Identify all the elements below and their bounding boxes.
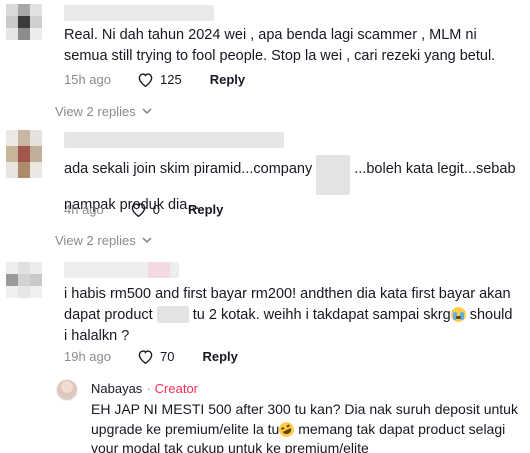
comment-time: 15h ago [64,71,111,87]
creator-header: Nabayas · Creator [91,381,198,396]
rolling-laughing-emoji [276,419,297,439]
view-replies-button[interactable]: View 2 replies [55,233,152,248]
username-redacted [64,5,214,21]
crying-face-emoji [450,307,466,322]
creator-avatar[interactable] [56,379,78,401]
heart-outline-icon [138,349,153,364]
comment-meta: 19h ago 70 Reply [64,346,238,366]
separator-dot: · [146,381,151,396]
avatar[interactable] [6,130,42,178]
comment-meta: 15h ago 125 Reply [64,69,245,89]
heart-outline-icon [131,202,146,217]
reply-button[interactable]: Reply [210,72,245,87]
like-count: 0 [152,201,160,217]
view-replies-button[interactable]: View 2 replies [55,104,152,119]
redacted-text [316,155,351,195]
avatar[interactable] [6,262,42,298]
like-count: 125 [160,71,182,87]
comment-meta: 4h ago 0 Reply [64,199,223,219]
comment-text: Real. Ni dah tahun 2024 wei , apa benda … [64,27,496,64]
comment-text: i habis rm500 and first bayar rm200! and… [64,286,513,344]
creator-badge: Creator [154,381,199,396]
username-redacted [148,262,170,278]
redacted-text [156,306,189,323]
reply-button[interactable]: Reply [202,349,237,364]
reply-button[interactable]: Reply [188,202,223,217]
reply-text: EH JAP NI MESTI 500 after 300 tu kan? Di… [91,401,518,453]
heart-outline-icon [138,72,153,87]
comment-time: 19h ago [64,348,111,364]
chevron-down-icon [142,108,152,115]
avatar[interactable] [6,4,42,40]
like-button[interactable]: 0 [130,202,160,217]
chevron-down-icon [142,237,152,244]
like-button[interactable]: 70 [137,349,174,364]
username-redacted [64,132,284,148]
creator-username[interactable]: Nabayas [91,381,142,396]
comment-time: 4h ago [64,201,104,217]
view-replies-label: View 2 replies [55,104,136,119]
like-count: 70 [160,348,175,364]
like-button[interactable]: 125 [137,72,182,87]
view-replies-label: View 2 replies [55,233,136,248]
